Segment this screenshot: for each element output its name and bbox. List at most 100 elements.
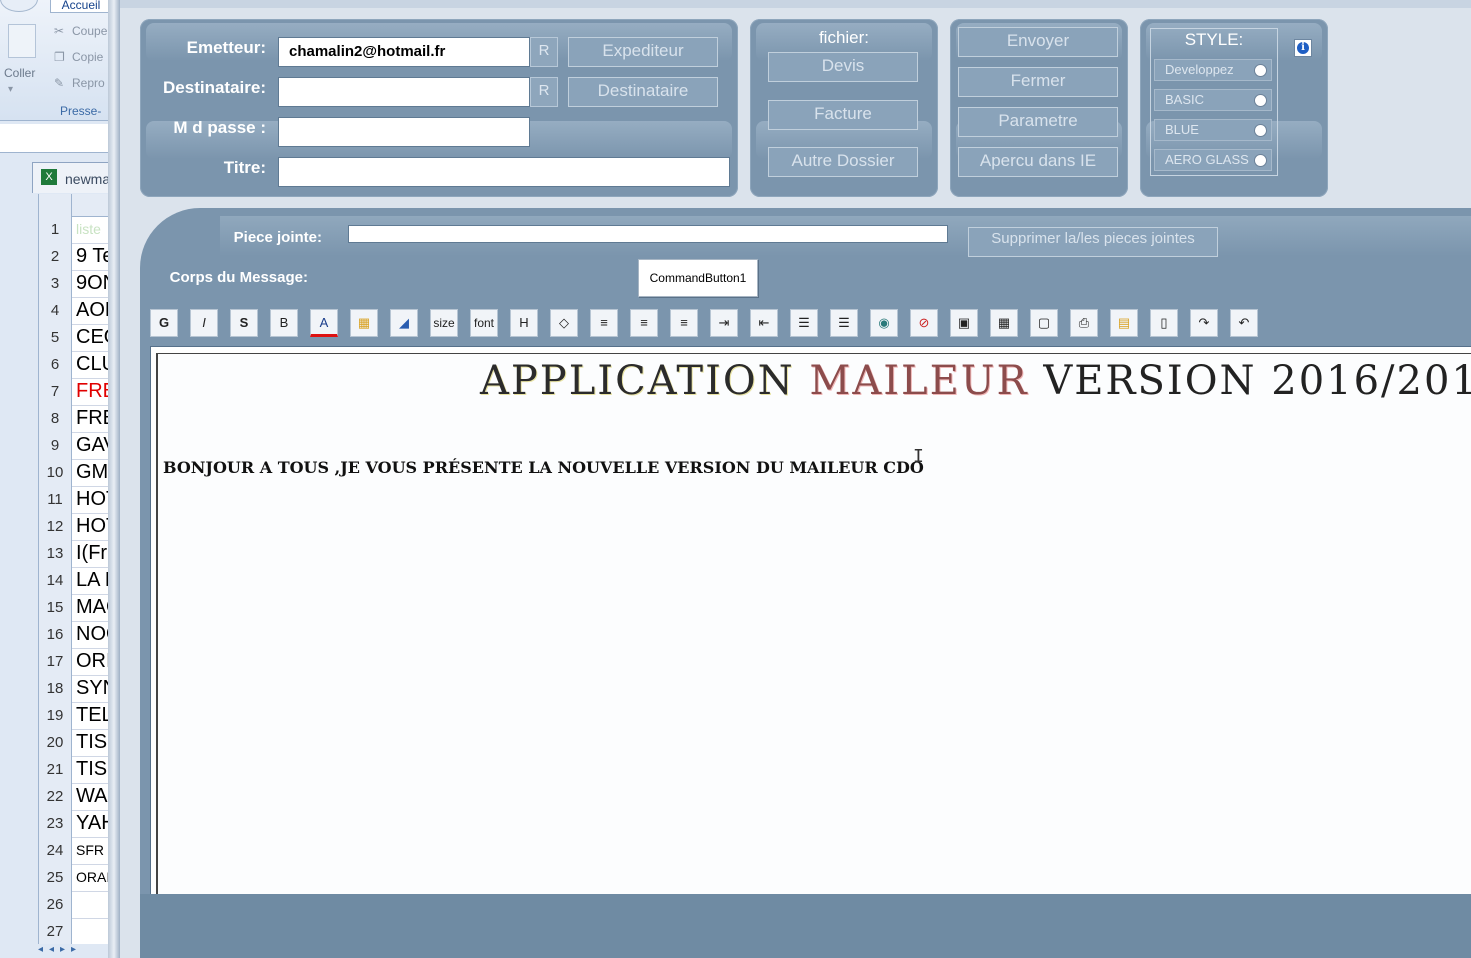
radio-icon[interactable] bbox=[1254, 64, 1267, 77]
radio-icon[interactable] bbox=[1254, 124, 1267, 137]
select-all-corner[interactable] bbox=[39, 194, 72, 217]
align-left-button[interactable]: ≡ bbox=[590, 309, 618, 337]
row-header[interactable]: 9 bbox=[39, 432, 72, 460]
titre-field[interactable] bbox=[278, 157, 730, 187]
bold-g-button[interactable]: G bbox=[150, 309, 178, 337]
italic-button[interactable]: I bbox=[190, 309, 218, 337]
emetteur-r-button[interactable]: R bbox=[530, 37, 558, 67]
unlink-button[interactable]: ⊘ bbox=[910, 309, 938, 337]
style-option[interactable]: BLUE bbox=[1154, 119, 1272, 141]
row-header[interactable]: 10 bbox=[39, 459, 72, 487]
commandbutton1[interactable]: CommandButton1 bbox=[638, 259, 758, 297]
workbook-tab[interactable]: X newma bbox=[32, 162, 120, 193]
row-header[interactable]: 4 bbox=[39, 297, 72, 325]
highlight-button[interactable]: ▦ bbox=[350, 309, 378, 337]
indent-button[interactable]: ⇥ bbox=[710, 309, 738, 337]
row-header[interactable]: 17 bbox=[39, 648, 72, 676]
row-header[interactable]: 11 bbox=[39, 486, 72, 514]
style-option[interactable]: Developpez bbox=[1154, 59, 1272, 81]
destinataire-field[interactable] bbox=[278, 77, 530, 107]
row-header[interactable]: 23 bbox=[39, 810, 72, 838]
row-header[interactable]: 26 bbox=[39, 891, 72, 919]
message-editor[interactable] bbox=[156, 353, 1471, 895]
formula-bar[interactable] bbox=[0, 124, 118, 153]
emetteur-field[interactable]: chamalin2@hotmail.fr bbox=[278, 37, 530, 67]
devis-button[interactable]: Devis bbox=[768, 52, 918, 82]
emetteur-label: Emetteur: bbox=[186, 38, 266, 57]
heading-button[interactable]: H bbox=[510, 309, 538, 337]
autre-dossier-button[interactable]: Autre Dossier bbox=[768, 147, 918, 177]
outdent-button[interactable]: ⇤ bbox=[750, 309, 778, 337]
format-painter-label[interactable]: Repro bbox=[72, 76, 105, 90]
row-header[interactable]: 21 bbox=[39, 756, 72, 784]
copy-label[interactable]: Copie bbox=[72, 50, 103, 64]
size-button[interactable]: size bbox=[430, 309, 458, 337]
row-header[interactable]: 13 bbox=[39, 540, 72, 568]
bullet-list-button[interactable]: ☰ bbox=[790, 309, 818, 337]
expediteur-button[interactable]: Expediteur bbox=[568, 37, 718, 67]
format-painter-icon[interactable]: ✎ bbox=[54, 76, 64, 90]
chevron-down-icon[interactable]: ▾ bbox=[8, 84, 13, 95]
paste-icon[interactable] bbox=[8, 24, 36, 58]
row-header[interactable]: 6 bbox=[39, 351, 72, 379]
row-header[interactable]: 16 bbox=[39, 621, 72, 649]
supprimer-pieces-button[interactable]: Supprimer la/les pieces jointes bbox=[968, 227, 1218, 257]
row-header[interactable]: 24 bbox=[39, 837, 72, 865]
row-header[interactable]: 19 bbox=[39, 702, 72, 730]
parametre-button[interactable]: Parametre bbox=[958, 107, 1118, 137]
office-button[interactable] bbox=[0, 0, 38, 12]
image-button[interactable]: ▣ bbox=[950, 309, 978, 337]
spreadsheet-grid[interactable]: 1 liste 2 9 Te 3 9ON 4 AOL 5 CEO 6 CLU 7 FRE 8 FRE 9 GAV 1… bbox=[38, 194, 123, 946]
undo-button[interactable]: ↶ bbox=[1230, 309, 1258, 337]
row-header[interactable]: 3 bbox=[39, 270, 72, 298]
envoyer-button[interactable]: Envoyer bbox=[958, 27, 1118, 57]
row-header[interactable]: 18 bbox=[39, 675, 72, 703]
destinataire-button[interactable]: Destinataire bbox=[568, 77, 718, 107]
row-header[interactable]: 27 bbox=[39, 918, 72, 946]
link-button[interactable]: ◉ bbox=[870, 309, 898, 337]
strike-button[interactable]: B bbox=[270, 309, 298, 337]
fermer-button[interactable]: Fermer bbox=[958, 67, 1118, 97]
sheet-navigation[interactable]: ◂◂▸▸ bbox=[38, 944, 118, 958]
ribbon-tab-accueil[interactable]: Accueil bbox=[50, 0, 112, 13]
open-folder-button[interactable]: ▤ bbox=[1110, 309, 1138, 337]
radio-icon[interactable] bbox=[1254, 154, 1267, 167]
new-page-button[interactable]: ▯ bbox=[1150, 309, 1178, 337]
row-header[interactable]: 25 bbox=[39, 864, 72, 892]
underline-button[interactable]: S bbox=[230, 309, 258, 337]
cut-icon[interactable]: ✂ bbox=[54, 24, 64, 38]
copy-icon[interactable]: ❐ bbox=[54, 50, 65, 64]
row-header[interactable]: 2 bbox=[39, 243, 72, 271]
style-option[interactable]: AERO GLASS bbox=[1154, 149, 1272, 171]
font-color-button[interactable]: A bbox=[310, 309, 338, 337]
destinataire-r-button[interactable]: R bbox=[530, 77, 558, 107]
redo-button[interactable]: ↷ bbox=[1190, 309, 1218, 337]
row-header[interactable]: 12 bbox=[39, 513, 72, 541]
align-right-button[interactable]: ≡ bbox=[670, 309, 698, 337]
table-button[interactable]: ▦ bbox=[990, 309, 1018, 337]
radio-icon[interactable] bbox=[1254, 94, 1267, 107]
style-option[interactable]: BASIC bbox=[1154, 89, 1272, 111]
chart-button[interactable]: ◢ bbox=[390, 309, 418, 337]
align-center-button[interactable]: ≡ bbox=[630, 309, 658, 337]
mdpasse-field[interactable] bbox=[278, 117, 530, 147]
info-icon[interactable]: i bbox=[1294, 39, 1312, 57]
numbered-list-button[interactable]: ☰ bbox=[830, 309, 858, 337]
row-header[interactable]: 1 bbox=[39, 216, 72, 244]
row-header[interactable]: 22 bbox=[39, 783, 72, 811]
row-header[interactable]: 15 bbox=[39, 594, 72, 622]
row-header[interactable]: 20 bbox=[39, 729, 72, 757]
row-header[interactable]: 5 bbox=[39, 324, 72, 352]
facture-button[interactable]: Facture bbox=[768, 100, 918, 130]
row-header[interactable]: 8 bbox=[39, 405, 72, 433]
font-button[interactable]: font bbox=[470, 309, 498, 337]
apercu-ie-button[interactable]: Apercu dans IE bbox=[958, 147, 1118, 177]
coller-label[interactable]: Coller bbox=[4, 66, 35, 80]
row-header[interactable]: 7 bbox=[39, 378, 72, 406]
piece-jointe-field[interactable] bbox=[348, 225, 948, 243]
cut-label[interactable]: Coupe bbox=[72, 24, 107, 38]
frame-button[interactable]: ▢ bbox=[1030, 309, 1058, 337]
eraser-button[interactable]: ◇ bbox=[550, 309, 578, 337]
row-header[interactable]: 14 bbox=[39, 567, 72, 595]
print-button[interactable]: ⎙ bbox=[1070, 309, 1098, 337]
